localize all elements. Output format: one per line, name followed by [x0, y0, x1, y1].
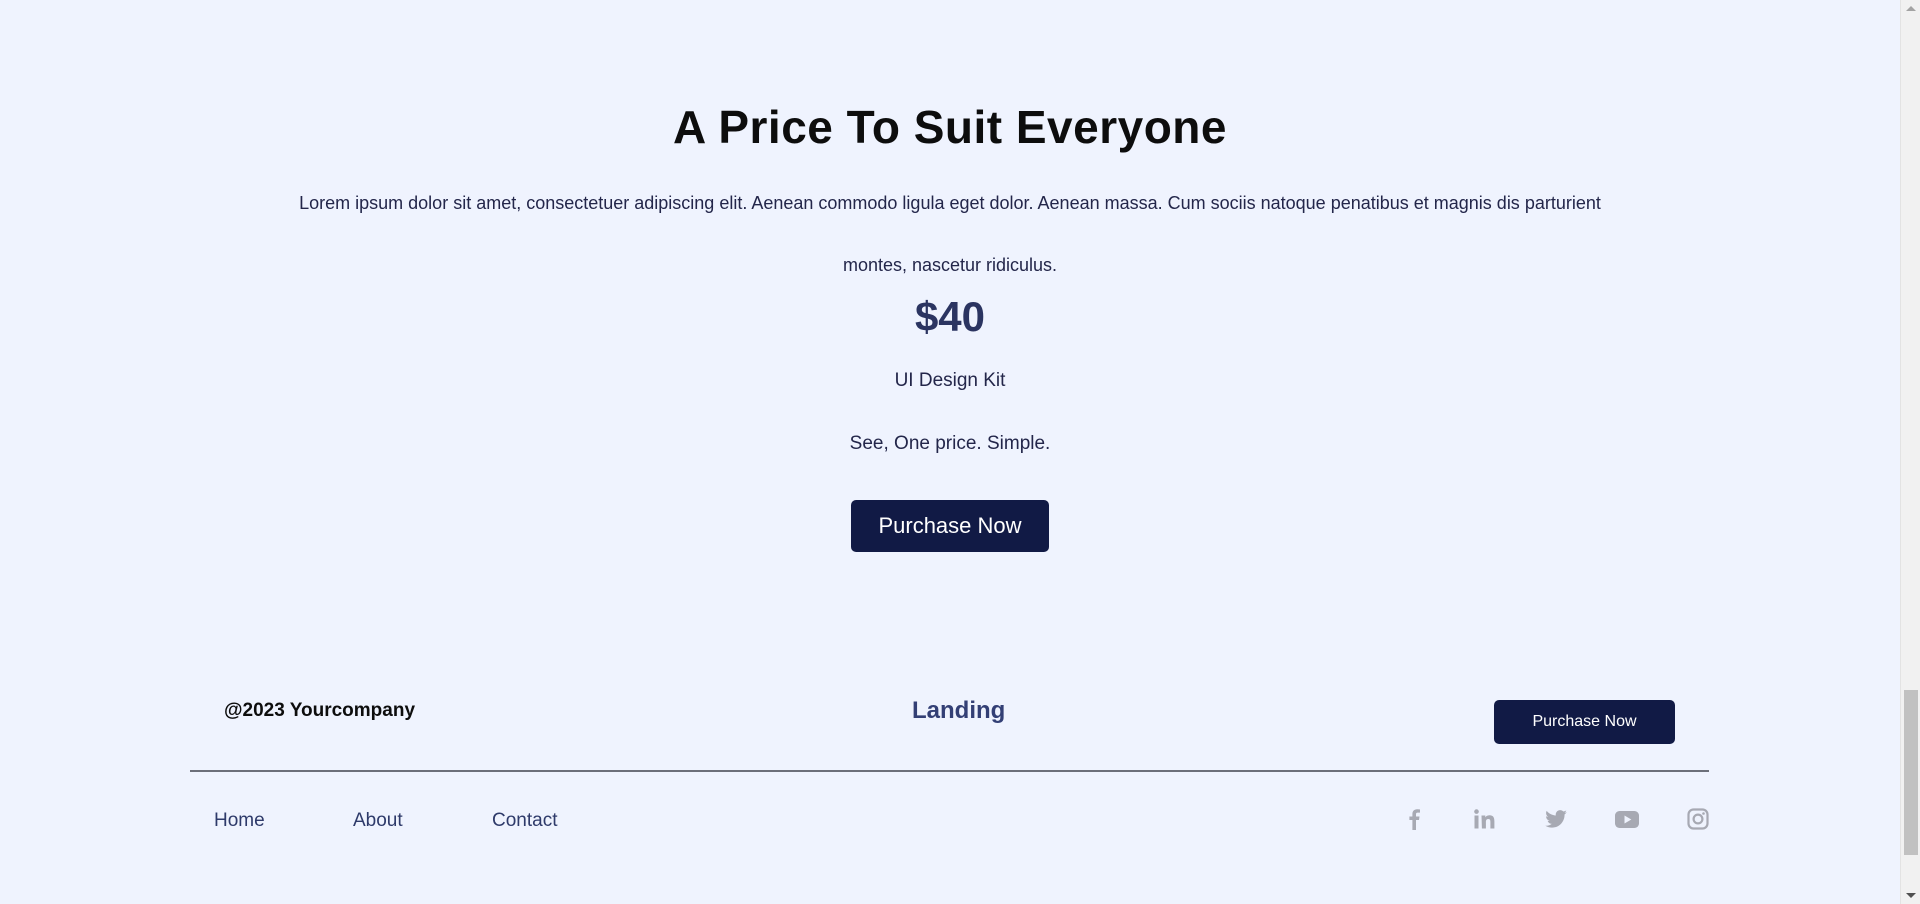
product-name: UI Design Kit [894, 370, 1006, 391]
footer-nav-contact[interactable]: Contact [492, 810, 557, 832]
instagram-icon[interactable] [1685, 807, 1711, 831]
youtube-icon[interactable] [1614, 807, 1640, 831]
facebook-icon[interactable] [1401, 807, 1427, 831]
page: A Price To Suit Everyone Lorem ipsum dol… [0, 0, 1900, 904]
brand-logo[interactable]: Landing [912, 697, 1005, 725]
pricing-title: A Price To Suit Everyone [673, 101, 1227, 153]
twitter-icon[interactable] [1543, 807, 1569, 831]
footer-nav-home[interactable]: Home [214, 810, 265, 832]
footer-purchase-now-button[interactable]: Purchase Now [1494, 700, 1675, 744]
pricing-tagline: See, One price. Simple. [849, 433, 1051, 454]
footer-nav-about[interactable]: About [353, 810, 403, 832]
pricing-description: Lorem ipsum dolor sit amet, consectetuer… [299, 193, 1601, 275]
linkedin-icon[interactable] [1472, 807, 1498, 831]
copyright-text: @2023 Yourcompany [224, 700, 416, 721]
footer-divider [190, 770, 1709, 772]
scroll-up-arrow-icon[interactable] [1906, 6, 1916, 11]
purchase-now-button[interactable]: Purchase Now [851, 500, 1049, 552]
scroll-down-arrow-icon[interactable] [1906, 893, 1916, 898]
scrollbar-thumb[interactable] [1904, 690, 1918, 855]
vertical-scrollbar[interactable] [1900, 0, 1920, 904]
price-value: $40 [914, 293, 986, 340]
